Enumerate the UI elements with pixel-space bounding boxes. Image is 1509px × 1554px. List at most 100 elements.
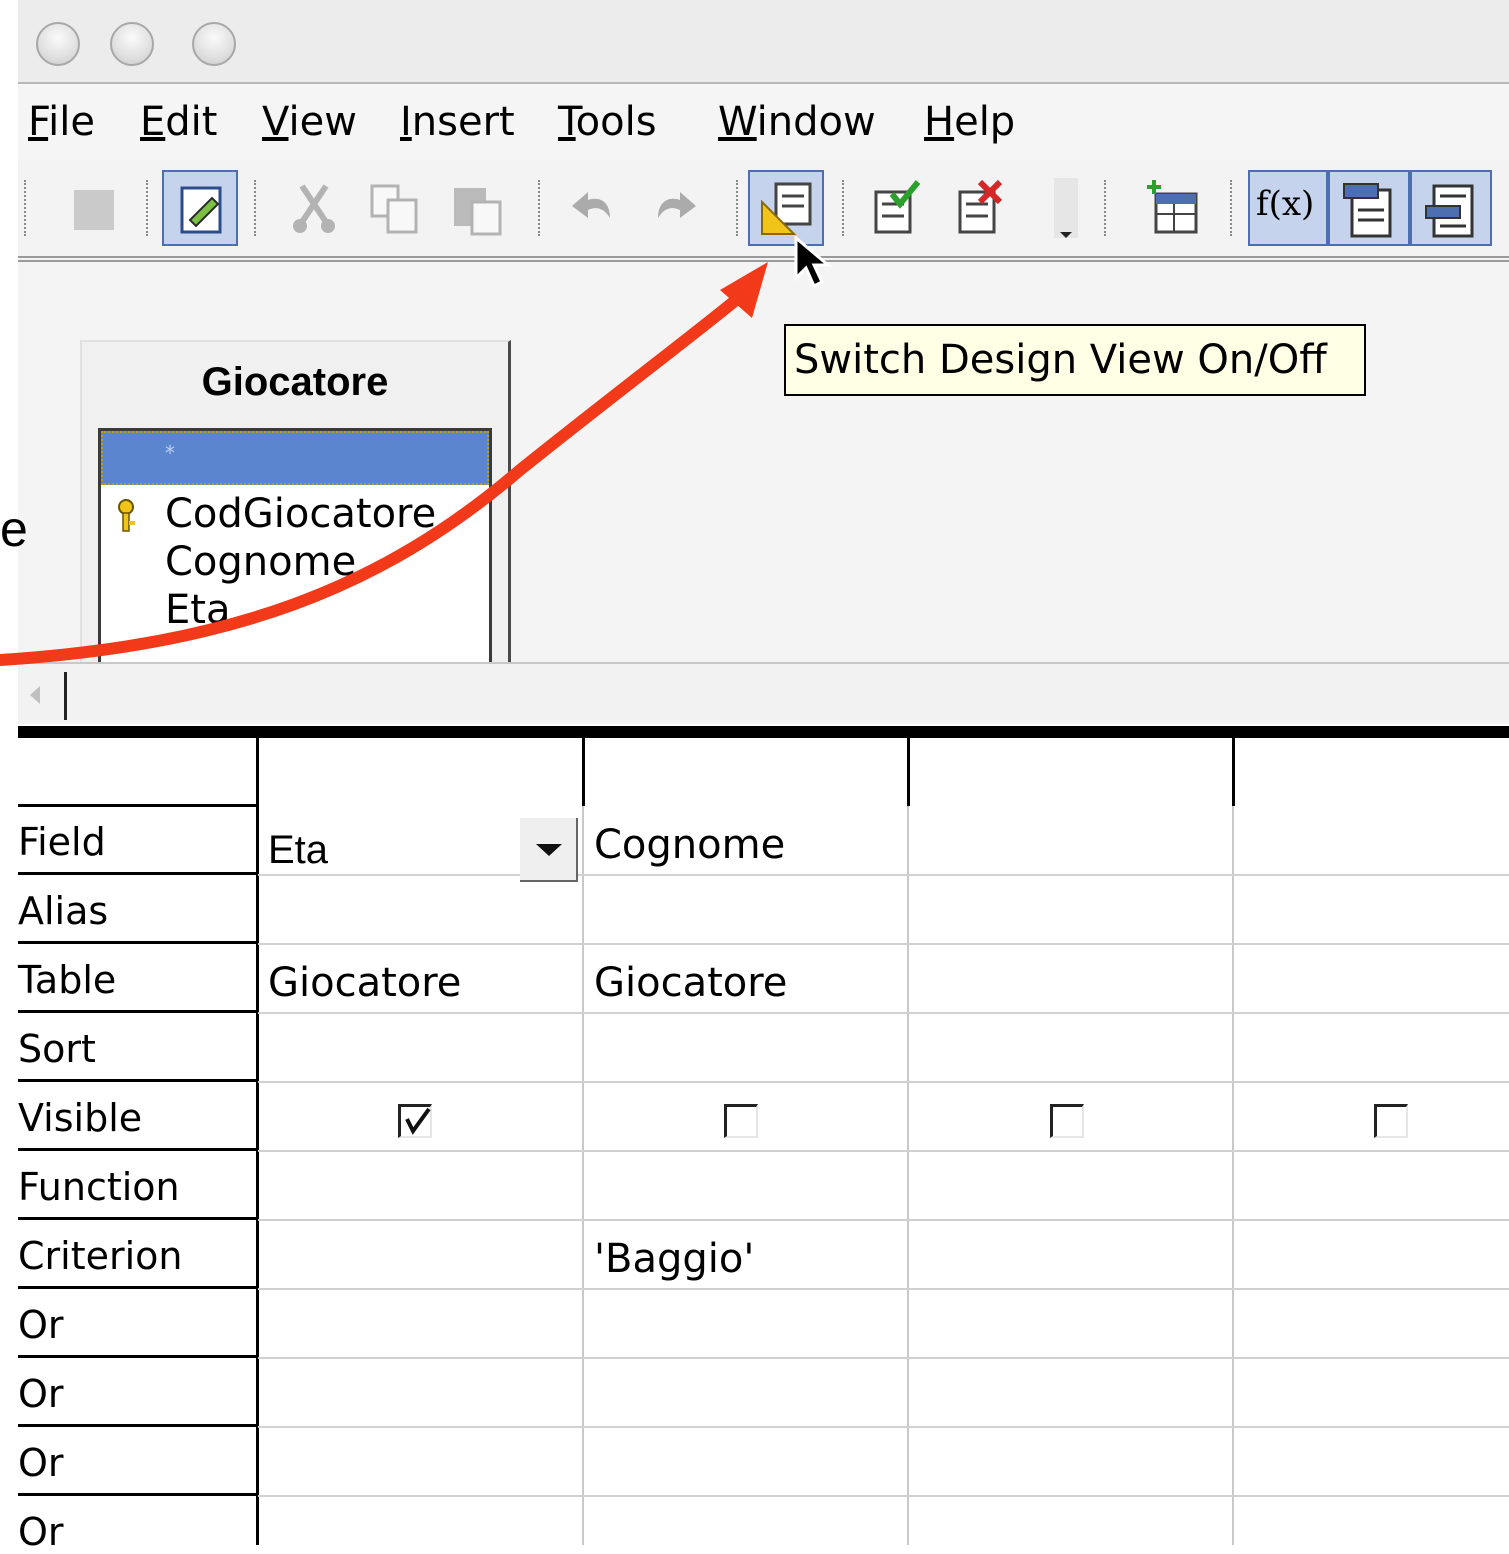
toolbar-separator (146, 180, 148, 236)
menu-window-label: indow (756, 99, 876, 145)
menu-file-label: ile (48, 99, 95, 145)
toolbar-separator (842, 180, 844, 236)
grid-header-divider[interactable] (907, 738, 910, 806)
grid-row-separator (258, 1150, 1509, 1152)
grid-row-separator (18, 1424, 258, 1427)
query-design-grid[interactable]: Field Alias Table Sort Visible Function … (18, 726, 1509, 1554)
undo-button[interactable] (558, 170, 634, 246)
toolbar-grip[interactable] (1104, 180, 1106, 236)
table-window-title: Giocatore (201, 360, 389, 404)
add-table-button[interactable] (1136, 170, 1212, 246)
alias-icon (1425, 184, 1474, 238)
grid-row-separator (258, 1357, 1509, 1359)
field-list-item-all[interactable]: * (101, 431, 489, 485)
functions-button[interactable]: f(x) (1248, 170, 1328, 246)
field-list-item[interactable]: CodGiocatore (165, 491, 436, 537)
row-label-or: Or (18, 1372, 64, 1416)
row-label-or: Or (18, 1441, 64, 1485)
zoom-window-button[interactable] (192, 22, 236, 66)
visible-checkbox[interactable] (1374, 1104, 1408, 1138)
left-edge-text-fragment: e (0, 501, 28, 557)
grid-column-divider (1232, 806, 1234, 1545)
menu-insert-mnemonic: I (400, 99, 412, 145)
menu-insert[interactable]: Insert (400, 100, 515, 144)
field-list-item[interactable]: Cognome (165, 539, 356, 585)
menu-tools-mnemonic: T (558, 99, 576, 145)
menu-tools[interactable]: Tools (558, 100, 657, 144)
primary-key-icon (118, 499, 135, 532)
clear-query-button[interactable] (944, 170, 1020, 246)
field-cell-input[interactable]: Eta (268, 828, 328, 873)
criterion-cell[interactable]: 'Baggio' (594, 1236, 754, 1282)
paste-button[interactable] (440, 170, 516, 246)
cut-button[interactable] (276, 170, 352, 246)
grid-row-separator (18, 872, 258, 875)
save-button[interactable] (54, 170, 130, 246)
design-view-icon (761, 182, 812, 235)
table-cell[interactable]: Giocatore (268, 960, 461, 1006)
table-window-giocatore[interactable]: Giocatore * CodGiocatore Cognome Eta (80, 340, 511, 671)
copy-button[interactable] (358, 170, 434, 246)
menu-tools-label: ools (575, 99, 657, 145)
alias-button[interactable] (1410, 170, 1492, 246)
checkmark-icon (405, 1107, 431, 1135)
grid-row-separator (258, 874, 1509, 876)
edit-mode-button[interactable] (162, 170, 238, 246)
scrollbar-divider[interactable] (64, 672, 67, 720)
menu-edit-label: dit (165, 99, 218, 145)
row-label-function: Function (18, 1165, 180, 1209)
menu-window-mnemonic: W (718, 99, 757, 145)
run-query-button[interactable] (860, 170, 936, 246)
menu-window[interactable]: Window (718, 100, 876, 144)
grid-row-separator (18, 1148, 258, 1151)
toolbar-separator (736, 180, 738, 236)
table-field-list[interactable]: * CodGiocatore Cognome Eta (98, 428, 492, 671)
menu-insert-label: nsert (411, 99, 515, 145)
table-name-button[interactable] (1328, 170, 1410, 246)
grid-row-separator (18, 941, 258, 944)
grid-row-separator (18, 804, 258, 807)
grid-column-divider (907, 806, 909, 1545)
clear-query-icon (958, 179, 1003, 234)
row-label-alias: Alias (18, 889, 109, 933)
toolbar-grip[interactable] (24, 180, 26, 236)
row-label-field: Field (18, 820, 106, 864)
menu-bar: File Edit View Insert Tools Window Help (18, 84, 1509, 160)
grid-row-separator (258, 1081, 1509, 1083)
menu-edit[interactable]: Edit (140, 100, 217, 144)
toolbar-overflow-dropdown[interactable] (1028, 170, 1088, 246)
window-title-bar (18, 0, 1509, 84)
close-window-button[interactable] (36, 22, 80, 66)
visible-checkbox[interactable] (1050, 1104, 1084, 1138)
menu-help[interactable]: Help (924, 100, 1015, 144)
row-label-table: Table (18, 958, 117, 1002)
design-view-button[interactable] (748, 170, 824, 246)
visible-checkbox[interactable] (724, 1104, 758, 1138)
table-name-icon (1343, 183, 1392, 238)
grid-header-divider[interactable] (1232, 738, 1235, 806)
menu-file[interactable]: File (28, 100, 95, 144)
undo-icon (572, 192, 610, 218)
row-label-sort: Sort (18, 1027, 96, 1071)
run-query-icon (874, 180, 921, 234)
horizontal-scrollbar[interactable] (18, 662, 1509, 724)
grid-row-separator (18, 1286, 258, 1289)
field-dropdown-button[interactable] (520, 818, 578, 882)
functions-icon: f(x) (1256, 184, 1315, 224)
menu-help-mnemonic: H (924, 99, 955, 145)
menu-edit-mnemonic: E (140, 99, 166, 145)
field-cell-input[interactable]: Cognome (594, 822, 785, 868)
menu-view[interactable]: View (262, 100, 357, 144)
scroll-left-arrow-icon[interactable] (26, 682, 46, 708)
minimize-window-button[interactable] (110, 22, 154, 66)
visible-checkbox[interactable] (398, 1104, 432, 1138)
row-label-or: Or (18, 1303, 64, 1347)
field-list-item[interactable]: Eta (165, 587, 230, 633)
table-cell[interactable]: Giocatore (594, 960, 787, 1006)
redo-button[interactable] (638, 170, 714, 246)
chevron-down-icon (1054, 178, 1078, 238)
paste-icon (454, 188, 502, 236)
toolbar-separator (1230, 180, 1232, 236)
grid-header-divider[interactable] (582, 738, 585, 806)
grid-row-separator (258, 1495, 1509, 1497)
